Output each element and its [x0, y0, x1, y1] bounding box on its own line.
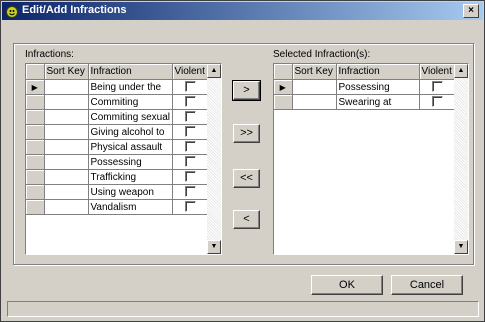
- current-row-indicator-icon[interactable]: ▶: [26, 79, 45, 95]
- table-row[interactable]: Vandalism: [26, 199, 210, 215]
- sort-key-cell[interactable]: [44, 124, 89, 140]
- column-header-infraction[interactable]: Infraction: [88, 64, 173, 80]
- sort-key-cell[interactable]: [44, 154, 89, 170]
- selected-scrollbar[interactable]: ▲ ▼: [454, 64, 468, 254]
- title-bar[interactable]: Edit/Add Infractions ×: [2, 2, 483, 20]
- row-header[interactable]: [26, 184, 45, 200]
- row-header[interactable]: [274, 94, 293, 110]
- infractions-scrollbar[interactable]: ▲ ▼: [207, 64, 221, 254]
- infractions-grid[interactable]: Sort Key Infraction Violent ▶ Being under…: [25, 63, 222, 255]
- add-selected-button[interactable]: >: [232, 80, 261, 101]
- column-header-sort-key[interactable]: Sort Key: [292, 64, 337, 80]
- sort-key-cell[interactable]: [44, 169, 89, 185]
- scroll-up-arrow-icon[interactable]: ▲: [454, 64, 468, 78]
- sort-key-cell[interactable]: [44, 79, 89, 95]
- sort-key-cell[interactable]: [292, 94, 337, 110]
- infraction-cell[interactable]: Vandalism: [88, 199, 173, 215]
- sort-key-cell[interactable]: [44, 139, 89, 155]
- table-row[interactable]: Physical assault: [26, 139, 210, 155]
- row-header[interactable]: [26, 109, 45, 125]
- selected-infractions-grid[interactable]: Sort Key Infraction Violent ▶ Possessing S…: [273, 63, 469, 255]
- row-header[interactable]: [26, 124, 45, 140]
- violent-cell: [172, 139, 210, 155]
- ok-button[interactable]: OK: [311, 275, 383, 295]
- infraction-cell[interactable]: Possessing: [336, 79, 420, 95]
- table-row[interactable]: Giving alcohol to: [26, 124, 210, 140]
- violent-cell: [172, 199, 210, 215]
- status-bar: [7, 301, 479, 317]
- violent-checkbox[interactable]: [185, 141, 196, 153]
- violent-cell: [172, 124, 210, 140]
- sort-key-cell[interactable]: [292, 79, 337, 95]
- infraction-cell[interactable]: Trafficking: [88, 169, 173, 185]
- violent-cell: [172, 154, 210, 170]
- scroll-down-arrow-icon[interactable]: ▼: [454, 240, 468, 254]
- violent-checkbox[interactable]: [432, 81, 443, 93]
- violent-checkbox[interactable]: [185, 96, 196, 108]
- current-row-indicator-icon[interactable]: ▶: [274, 79, 293, 95]
- row-header[interactable]: [26, 199, 45, 215]
- window-title: Edit/Add Infractions: [22, 4, 127, 16]
- violent-checkbox[interactable]: [185, 111, 196, 123]
- sort-key-cell[interactable]: [44, 199, 89, 215]
- violent-checkbox[interactable]: [185, 81, 196, 93]
- column-header-infraction[interactable]: Infraction: [336, 64, 420, 80]
- add-all-button[interactable]: >>: [233, 124, 260, 143]
- column-header-sort-key[interactable]: Sort Key: [44, 64, 89, 80]
- infraction-cell[interactable]: Using weapon: [88, 184, 173, 200]
- sort-key-cell[interactable]: [44, 109, 89, 125]
- violent-checkbox[interactable]: [432, 96, 443, 108]
- sort-key-cell[interactable]: [44, 184, 89, 200]
- row-header[interactable]: [26, 154, 45, 170]
- scroll-down-arrow-icon[interactable]: ▼: [207, 240, 221, 254]
- infraction-cell[interactable]: Being under the: [88, 79, 173, 95]
- scroll-up-arrow-icon[interactable]: ▲: [207, 64, 221, 78]
- sort-key-cell[interactable]: [44, 94, 89, 110]
- close-button[interactable]: ×: [463, 4, 479, 18]
- remove-selected-button[interactable]: <: [233, 210, 260, 229]
- selected-infractions-label: Selected Infraction(s):: [273, 49, 371, 60]
- infraction-cell[interactable]: Swearing at: [336, 94, 420, 110]
- violent-checkbox[interactable]: [185, 186, 196, 198]
- infraction-cell[interactable]: Commiting sexual: [88, 109, 173, 125]
- violent-checkbox[interactable]: [185, 156, 196, 168]
- violent-cell: [172, 169, 210, 185]
- column-header-violent[interactable]: Violent: [172, 64, 210, 80]
- violent-cell: [419, 94, 457, 110]
- table-row[interactable]: Commiting: [26, 94, 210, 110]
- app-icon: [6, 6, 18, 18]
- infraction-cell[interactable]: Giving alcohol to: [88, 124, 173, 140]
- column-header-violent[interactable]: Violent: [419, 64, 457, 80]
- table-row[interactable]: Commiting sexual: [26, 109, 210, 125]
- infraction-cell[interactable]: Commiting: [88, 94, 173, 110]
- row-header[interactable]: [26, 139, 45, 155]
- row-header-corner: [26, 64, 45, 80]
- table-row[interactable]: Possessing: [26, 154, 210, 170]
- violent-checkbox[interactable]: [185, 171, 196, 183]
- violent-cell: [172, 184, 210, 200]
- violent-cell: [172, 94, 210, 110]
- infraction-cell[interactable]: Possessing: [88, 154, 173, 170]
- violent-checkbox[interactable]: [185, 201, 196, 213]
- row-header[interactable]: [26, 169, 45, 185]
- infraction-cell[interactable]: Physical assault: [88, 139, 173, 155]
- row-header-corner: [274, 64, 293, 80]
- violent-cell: [172, 109, 210, 125]
- violent-checkbox[interactable]: [185, 126, 196, 138]
- table-row[interactable]: Swearing at: [274, 94, 457, 110]
- table-row[interactable]: Using weapon: [26, 184, 210, 200]
- infractions-label: Infractions:: [25, 49, 74, 60]
- remove-all-button[interactable]: <<: [233, 169, 260, 188]
- row-header[interactable]: [26, 94, 45, 110]
- table-row[interactable]: ▶ Being under the: [26, 79, 210, 95]
- table-row[interactable]: Trafficking: [26, 169, 210, 185]
- cancel-button[interactable]: Cancel: [391, 275, 463, 295]
- table-row[interactable]: ▶ Possessing: [274, 79, 457, 95]
- dialog-window: Edit/Add Infractions × Infractions: Sele…: [0, 0, 485, 322]
- violent-cell: [419, 79, 457, 95]
- violent-cell: [172, 79, 210, 95]
